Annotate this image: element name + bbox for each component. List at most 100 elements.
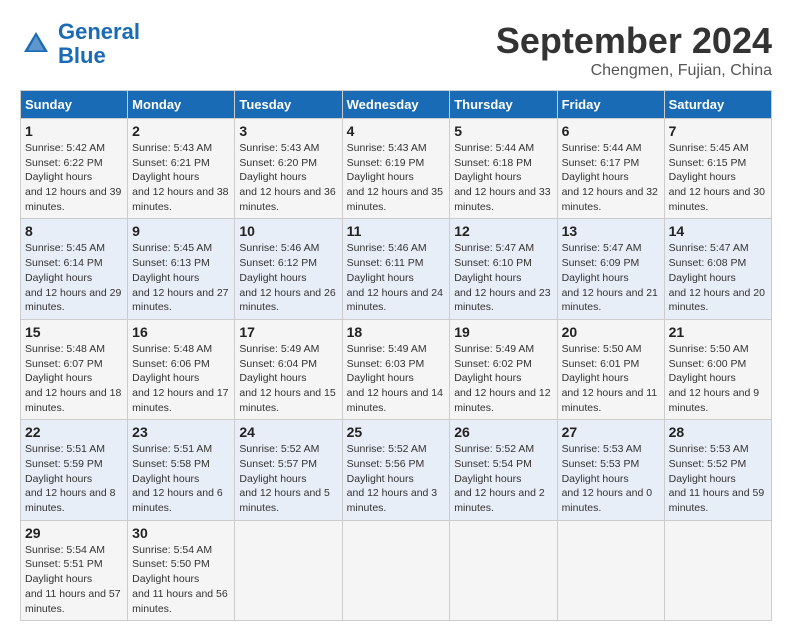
logo-line2: Blue <box>58 43 106 68</box>
day-info: Sunrise: 5:49 AM Sunset: 6:04 PM Dayligh… <box>239 342 337 415</box>
day-number: 19 <box>454 324 552 340</box>
table-row: 19 Sunrise: 5:49 AM Sunset: 6:02 PM Dayl… <box>450 319 557 419</box>
day-number: 14 <box>669 223 767 239</box>
day-info: Sunrise: 5:49 AM Sunset: 6:03 PM Dayligh… <box>347 342 446 415</box>
day-number: 29 <box>25 525 123 541</box>
day-info: Sunrise: 5:52 AM Sunset: 5:56 PM Dayligh… <box>347 442 446 515</box>
day-info: Sunrise: 5:54 AM Sunset: 5:51 PM Dayligh… <box>25 543 123 616</box>
calendar-table: Sunday Monday Tuesday Wednesday Thursday… <box>20 90 772 621</box>
day-number: 21 <box>669 324 767 340</box>
day-info: Sunrise: 5:47 AM Sunset: 6:08 PM Dayligh… <box>669 241 767 314</box>
table-row: 24 Sunrise: 5:52 AM Sunset: 5:57 PM Dayl… <box>235 420 342 520</box>
col-thursday: Thursday <box>450 91 557 119</box>
day-info: Sunrise: 5:51 AM Sunset: 5:59 PM Dayligh… <box>25 442 123 515</box>
day-info: Sunrise: 5:53 AM Sunset: 5:53 PM Dayligh… <box>562 442 660 515</box>
day-number: 7 <box>669 123 767 139</box>
day-number: 4 <box>347 123 446 139</box>
table-row: 29 Sunrise: 5:54 AM Sunset: 5:51 PM Dayl… <box>21 520 128 620</box>
day-info: Sunrise: 5:43 AM Sunset: 6:19 PM Dayligh… <box>347 141 446 214</box>
table-row: 30 Sunrise: 5:54 AM Sunset: 5:50 PM Dayl… <box>128 520 235 620</box>
col-monday: Monday <box>128 91 235 119</box>
day-info: Sunrise: 5:47 AM Sunset: 6:10 PM Dayligh… <box>454 241 552 314</box>
table-row: 2 Sunrise: 5:43 AM Sunset: 6:21 PM Dayli… <box>128 119 235 219</box>
table-row: 1 Sunrise: 5:42 AM Sunset: 6:22 PM Dayli… <box>21 119 128 219</box>
location-subtitle: Chengmen, Fujian, China <box>496 62 772 80</box>
day-number: 9 <box>132 223 230 239</box>
day-info: Sunrise: 5:53 AM Sunset: 5:52 PM Dayligh… <box>669 442 767 515</box>
table-row: 23 Sunrise: 5:51 AM Sunset: 5:58 PM Dayl… <box>128 420 235 520</box>
day-info: Sunrise: 5:42 AM Sunset: 6:22 PM Dayligh… <box>25 141 123 214</box>
logo-text: General Blue <box>58 20 140 68</box>
day-info: Sunrise: 5:45 AM Sunset: 6:14 PM Dayligh… <box>25 241 123 314</box>
day-info: Sunrise: 5:45 AM Sunset: 6:13 PM Dayligh… <box>132 241 230 314</box>
day-info: Sunrise: 5:46 AM Sunset: 6:11 PM Dayligh… <box>347 241 446 314</box>
day-number: 25 <box>347 424 446 440</box>
day-number: 30 <box>132 525 230 541</box>
day-number: 16 <box>132 324 230 340</box>
day-number: 2 <box>132 123 230 139</box>
table-row: 27 Sunrise: 5:53 AM Sunset: 5:53 PM Dayl… <box>557 420 664 520</box>
table-row: 17 Sunrise: 5:49 AM Sunset: 6:04 PM Dayl… <box>235 319 342 419</box>
table-row: 20 Sunrise: 5:50 AM Sunset: 6:01 PM Dayl… <box>557 319 664 419</box>
table-row: 18 Sunrise: 5:49 AM Sunset: 6:03 PM Dayl… <box>342 319 450 419</box>
table-row: 13 Sunrise: 5:47 AM Sunset: 6:09 PM Dayl… <box>557 219 664 319</box>
table-row: 15 Sunrise: 5:48 AM Sunset: 6:07 PM Dayl… <box>21 319 128 419</box>
day-number: 11 <box>347 223 446 239</box>
calendar-body: 1 Sunrise: 5:42 AM Sunset: 6:22 PM Dayli… <box>21 119 772 621</box>
day-number: 3 <box>239 123 337 139</box>
calendar-week-row: 8 Sunrise: 5:45 AM Sunset: 6:14 PM Dayli… <box>21 219 772 319</box>
table-row: 7 Sunrise: 5:45 AM Sunset: 6:15 PM Dayli… <box>664 119 771 219</box>
day-info: Sunrise: 5:44 AM Sunset: 6:17 PM Dayligh… <box>562 141 660 214</box>
day-number: 10 <box>239 223 337 239</box>
day-info: Sunrise: 5:47 AM Sunset: 6:09 PM Dayligh… <box>562 241 660 314</box>
table-row: 8 Sunrise: 5:45 AM Sunset: 6:14 PM Dayli… <box>21 219 128 319</box>
day-info: Sunrise: 5:49 AM Sunset: 6:02 PM Dayligh… <box>454 342 552 415</box>
day-info: Sunrise: 5:48 AM Sunset: 6:06 PM Dayligh… <box>132 342 230 415</box>
table-row: 25 Sunrise: 5:52 AM Sunset: 5:56 PM Dayl… <box>342 420 450 520</box>
month-title: September 2024 <box>496 20 772 62</box>
calendar-week-row: 29 Sunrise: 5:54 AM Sunset: 5:51 PM Dayl… <box>21 520 772 620</box>
calendar-week-row: 1 Sunrise: 5:42 AM Sunset: 6:22 PM Dayli… <box>21 119 772 219</box>
day-number: 12 <box>454 223 552 239</box>
table-row <box>450 520 557 620</box>
day-info: Sunrise: 5:50 AM Sunset: 6:01 PM Dayligh… <box>562 342 660 415</box>
day-info: Sunrise: 5:43 AM Sunset: 6:20 PM Dayligh… <box>239 141 337 214</box>
day-info: Sunrise: 5:52 AM Sunset: 5:57 PM Dayligh… <box>239 442 337 515</box>
table-row: 10 Sunrise: 5:46 AM Sunset: 6:12 PM Dayl… <box>235 219 342 319</box>
table-row: 3 Sunrise: 5:43 AM Sunset: 6:20 PM Dayli… <box>235 119 342 219</box>
col-friday: Friday <box>557 91 664 119</box>
day-number: 5 <box>454 123 552 139</box>
table-row: 28 Sunrise: 5:53 AM Sunset: 5:52 PM Dayl… <box>664 420 771 520</box>
table-row <box>235 520 342 620</box>
calendar-week-row: 15 Sunrise: 5:48 AM Sunset: 6:07 PM Dayl… <box>21 319 772 419</box>
table-row: 22 Sunrise: 5:51 AM Sunset: 5:59 PM Dayl… <box>21 420 128 520</box>
day-number: 17 <box>239 324 337 340</box>
day-info: Sunrise: 5:52 AM Sunset: 5:54 PM Dayligh… <box>454 442 552 515</box>
day-number: 22 <box>25 424 123 440</box>
day-info: Sunrise: 5:51 AM Sunset: 5:58 PM Dayligh… <box>132 442 230 515</box>
day-number: 8 <box>25 223 123 239</box>
day-number: 26 <box>454 424 552 440</box>
day-info: Sunrise: 5:45 AM Sunset: 6:15 PM Dayligh… <box>669 141 767 214</box>
day-number: 27 <box>562 424 660 440</box>
day-number: 20 <box>562 324 660 340</box>
page-header: General Blue September 2024 Chengmen, Fu… <box>20 20 772 80</box>
day-number: 1 <box>25 123 123 139</box>
col-tuesday: Tuesday <box>235 91 342 119</box>
day-info: Sunrise: 5:50 AM Sunset: 6:00 PM Dayligh… <box>669 342 767 415</box>
col-saturday: Saturday <box>664 91 771 119</box>
day-number: 15 <box>25 324 123 340</box>
col-wednesday: Wednesday <box>342 91 450 119</box>
table-row: 4 Sunrise: 5:43 AM Sunset: 6:19 PM Dayli… <box>342 119 450 219</box>
day-info: Sunrise: 5:43 AM Sunset: 6:21 PM Dayligh… <box>132 141 230 214</box>
table-row: 6 Sunrise: 5:44 AM Sunset: 6:17 PM Dayli… <box>557 119 664 219</box>
table-row: 11 Sunrise: 5:46 AM Sunset: 6:11 PM Dayl… <box>342 219 450 319</box>
day-number: 13 <box>562 223 660 239</box>
calendar-week-row: 22 Sunrise: 5:51 AM Sunset: 5:59 PM Dayl… <box>21 420 772 520</box>
day-number: 23 <box>132 424 230 440</box>
col-sunday: Sunday <box>21 91 128 119</box>
table-row <box>664 520 771 620</box>
table-row: 9 Sunrise: 5:45 AM Sunset: 6:13 PM Dayli… <box>128 219 235 319</box>
table-row: 26 Sunrise: 5:52 AM Sunset: 5:54 PM Dayl… <box>450 420 557 520</box>
day-number: 18 <box>347 324 446 340</box>
